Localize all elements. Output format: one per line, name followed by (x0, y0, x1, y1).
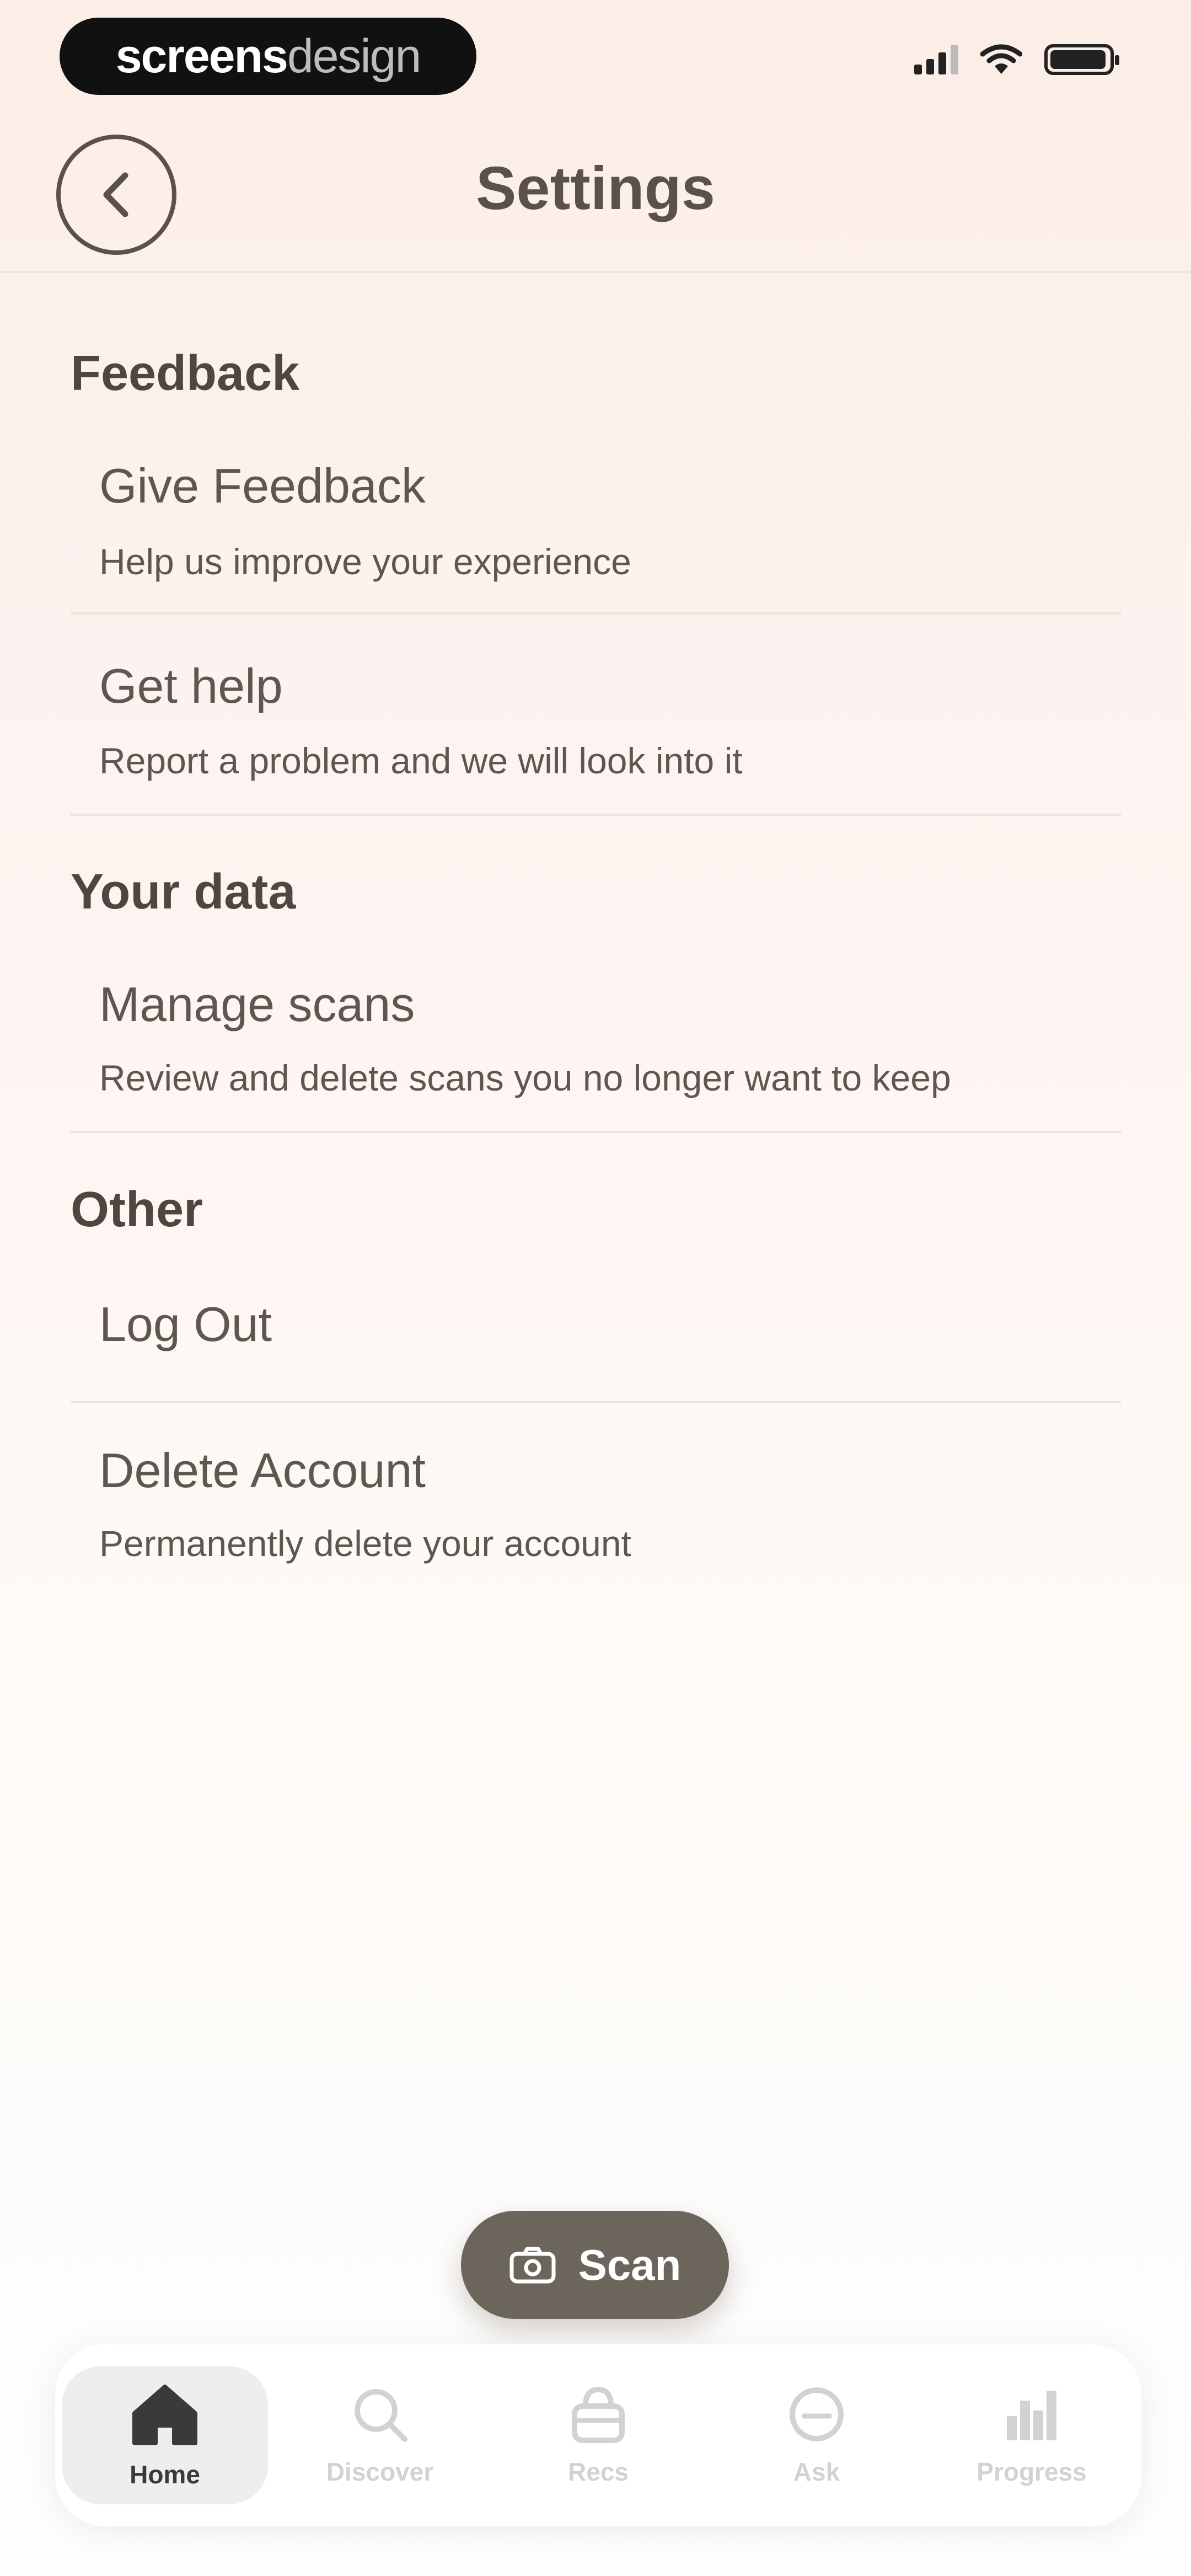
section-heading-other: Other (71, 1182, 203, 1237)
search-icon (355, 2389, 407, 2442)
divider (71, 1131, 1121, 1133)
bar-chart-icon (1007, 2391, 1056, 2440)
manage-scans-title: Manage scans (99, 977, 415, 1032)
divider (71, 612, 1121, 614)
divider (71, 1401, 1121, 1403)
give-feedback-title: Give Feedback (99, 458, 426, 513)
tab-home-label: Home (130, 2460, 200, 2489)
status-bar: screens design (0, 0, 1191, 110)
delete-account-item[interactable]: Delete Account Permanently delete your a… (71, 1442, 1121, 1575)
scan-button-label: Scan (578, 2240, 682, 2289)
tab-home[interactable]: Home (62, 2366, 268, 2504)
log-out-title: Log Out (99, 1297, 272, 1351)
get-help-item[interactable]: Get help Report a problem and we will lo… (71, 658, 1121, 818)
tab-bar: Home Discover Recs Ask Progress (55, 2344, 1141, 2526)
manage-scans-item[interactable]: Manage scans Review and delete scans you… (71, 976, 1121, 1136)
delete-account-subtitle: Permanently delete your account (99, 1523, 631, 1564)
give-feedback-subtitle: Help us improve your experience (99, 541, 631, 582)
cellular-signal-icon (914, 45, 958, 74)
tab-progress-label: Progress (977, 2457, 1087, 2486)
give-feedback-item[interactable]: Give Feedback Help us improve your exper… (71, 458, 1121, 618)
tab-recs[interactable]: Recs (495, 2366, 701, 2504)
chat-icon (790, 2387, 844, 2441)
page-title: Settings (476, 154, 715, 222)
tab-discover[interactable]: Discover (277, 2366, 483, 2504)
home-icon (132, 2385, 197, 2445)
section-heading-your-data: Your data (71, 864, 296, 920)
brand-logo-light: design (287, 29, 421, 83)
tab-discover-label: Discover (326, 2457, 434, 2486)
scan-button[interactable]: Scan (461, 2211, 729, 2319)
battery-icon (1044, 44, 1119, 75)
get-help-title: Get help (99, 659, 283, 713)
tab-recs-label: Recs (568, 2457, 629, 2486)
tab-ask[interactable]: Ask (713, 2366, 920, 2504)
status-icons (914, 44, 1119, 75)
camera-icon (509, 2247, 556, 2284)
manage-scans-subtitle: Review and delete scans you no longer wa… (99, 1057, 951, 1098)
tab-progress[interactable]: Progress (929, 2366, 1135, 2504)
get-help-subtitle: Report a problem and we will look into i… (99, 740, 743, 781)
bag-icon (572, 2386, 625, 2443)
divider (71, 814, 1121, 816)
log-out-item[interactable]: Log Out (71, 1296, 1121, 1407)
header: Settings (0, 110, 1191, 273)
tab-ask-label: Ask (793, 2457, 840, 2486)
section-heading-feedback: Feedback (71, 346, 300, 401)
brand-logo-bold: screens (115, 29, 288, 83)
wifi-icon (980, 44, 1022, 74)
delete-account-title: Delete Account (99, 1443, 426, 1498)
brand-logo: screens design (60, 18, 476, 95)
